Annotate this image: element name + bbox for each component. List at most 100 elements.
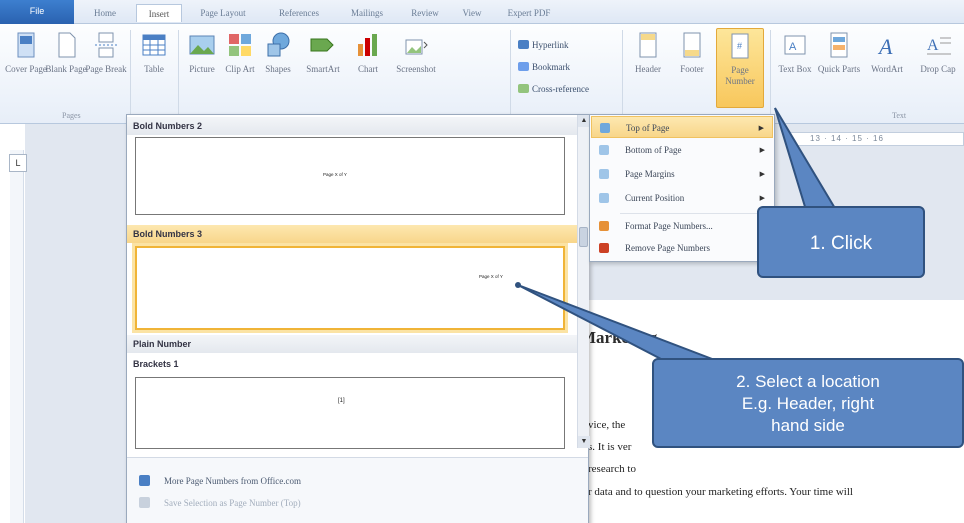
page-number-button[interactable]: # Page Number	[716, 28, 764, 108]
callout-step-1: 1. Click	[757, 206, 925, 278]
save-selection-item: Save Selection as Page Number (Top)	[139, 494, 301, 512]
gallery-scrollbar[interactable]: ▲ ▼	[577, 115, 590, 448]
tab-mailings[interactable]: Mailings	[340, 4, 394, 22]
menu-item-label: Format Page Numbers...	[625, 221, 713, 231]
drop-cap-icon: A	[927, 37, 951, 55]
gallery-section-header: Bold Numbers 3	[127, 225, 577, 243]
picture-button[interactable]: Picture	[182, 28, 222, 108]
smartart-label: SmartArt	[306, 64, 340, 74]
page-number-gallery: Bold Numbers 2 Page X of Y Bold Numbers …	[126, 114, 590, 523]
quick-parts-button[interactable]: Quick Parts	[816, 28, 862, 108]
tab-expert-pdf[interactable]: Expert PDF	[496, 4, 562, 22]
clip-art-label: Clip Art	[225, 64, 255, 74]
save-selection-label: Save Selection as Page Number (Top)	[164, 498, 301, 508]
menu-item-label: Top of Page	[626, 123, 670, 133]
remove-page-numbers-icon	[599, 243, 609, 253]
page-number-menu: Top of Page ▶ Bottom of Page ▶ Page Margin…	[589, 114, 775, 262]
more-page-numbers-link[interactable]: More Page Numbers from Office.com	[139, 472, 301, 490]
menu-item-page-margins[interactable]: Page Margins ▶	[591, 163, 773, 185]
menu-item-bottom-of-page[interactable]: Bottom of Page ▶	[591, 139, 773, 161]
gallery-item-bold-numbers-2[interactable]: Page X of Y	[135, 137, 565, 215]
text-group-label: Text	[892, 111, 907, 120]
page-margins-icon	[599, 169, 609, 179]
cover-page-button[interactable]: Cover Page	[4, 28, 48, 108]
table-button[interactable]: Table	[134, 28, 174, 108]
format-page-numbers-icon	[599, 221, 609, 231]
save-selection-icon	[139, 497, 150, 508]
chart-icon	[358, 34, 377, 56]
wordart-button[interactable]: A WordArt	[862, 28, 912, 108]
gallery-preview-text: [1]	[338, 398, 345, 404]
blank-page-button[interactable]: Blank Page	[44, 28, 88, 108]
picture-label: Picture	[189, 64, 215, 74]
page-number-icon: #	[731, 33, 749, 59]
cover-page-icon	[17, 32, 35, 58]
clip-art-button[interactable]: Clip Art	[222, 28, 258, 108]
menu-item-format-page-numbers[interactable]: Format Page Numbers...	[591, 215, 773, 237]
picture-icon	[189, 35, 215, 55]
tab-insert[interactable]: Insert	[136, 4, 182, 22]
horizontal-ruler: 13 · 14 · 15 · 16	[787, 132, 964, 146]
group-separator	[130, 30, 131, 118]
cross-reference-button[interactable]: Cross-reference	[518, 82, 589, 96]
submenu-arrow-icon: ▶	[759, 146, 765, 154]
gallery-section-header: Brackets 1	[127, 355, 577, 373]
clip-art-icon	[229, 34, 251, 56]
tab-selector[interactable]: L	[9, 154, 27, 172]
menu-item-label: Remove Page Numbers	[625, 243, 710, 253]
page-break-label: Page Break	[85, 64, 127, 74]
gallery-item-bold-numbers-3[interactable]: Page X of Y	[135, 246, 565, 330]
chart-label: Chart	[358, 64, 378, 74]
shapes-button[interactable]: Shapes	[258, 28, 298, 108]
callout-step-2-line: 2. Select a location	[736, 372, 880, 391]
gallery-footer: More Page Numbers from Office.com Save S…	[127, 457, 588, 523]
group-separator	[510, 30, 511, 118]
menu-item-remove-page-numbers[interactable]: Remove Page Numbers	[591, 237, 773, 259]
gallery-section-header: Bold Numbers 2	[127, 117, 577, 135]
screenshot-label: Screenshot	[396, 64, 436, 74]
footer-button[interactable]: Footer	[670, 28, 714, 108]
tab-home[interactable]: Home	[82, 4, 128, 22]
shapes-icon	[267, 32, 290, 57]
text-box-button[interactable]: A Text Box	[774, 28, 816, 108]
tab-view[interactable]: View	[454, 4, 490, 22]
wordart-label: WordArt	[871, 64, 903, 74]
document-text-line: research to	[588, 463, 636, 475]
current-position-icon	[599, 193, 609, 203]
group-separator	[178, 30, 179, 118]
svg-text:A: A	[877, 34, 893, 59]
cross-reference-icon	[518, 84, 529, 93]
menu-item-label: Page Margins	[625, 169, 675, 179]
pages-group-label: Pages	[62, 111, 81, 120]
screenshot-icon	[405, 39, 428, 55]
smartart-button[interactable]: SmartArt	[298, 28, 348, 108]
header-button[interactable]: Header	[626, 28, 670, 108]
ribbon: Cover Page Blank Page Page Break Pages T…	[0, 24, 964, 124]
scroll-down-arrow-icon[interactable]: ▼	[578, 436, 590, 448]
chart-button[interactable]: Chart	[348, 28, 388, 108]
menu-item-current-position[interactable]: Current Position ▶	[591, 187, 773, 209]
smartart-icon	[310, 38, 334, 52]
gallery-preview-text: Page X of Y	[479, 274, 503, 279]
drop-cap-button[interactable]: A Drop Cap	[912, 28, 964, 108]
tab-page-layout[interactable]: Page Layout	[190, 4, 256, 22]
tab-review[interactable]: Review	[402, 4, 448, 22]
hyperlink-button[interactable]: Hyperlink	[518, 38, 569, 52]
page-break-button[interactable]: Page Break	[84, 28, 128, 108]
document-text-line: vice, the	[588, 419, 626, 431]
page-number-label: Page Number	[725, 65, 755, 86]
scroll-thumb[interactable]	[579, 227, 588, 247]
tab-references[interactable]: References	[264, 4, 334, 22]
bookmark-button[interactable]: Bookmark	[518, 60, 570, 74]
quick-parts-label: Quick Parts	[817, 64, 861, 74]
footer-icon	[683, 32, 701, 58]
submenu-arrow-icon: ▶	[758, 124, 764, 132]
gallery-item-brackets-1[interactable]: [1]	[135, 377, 565, 449]
callout-step-2-line: hand side	[771, 416, 845, 435]
screenshot-button[interactable]: Screenshot	[388, 28, 444, 108]
bookmark-icon	[518, 62, 529, 71]
tab-file[interactable]: File	[0, 0, 74, 24]
document-text-line: r data and to question your marketing ef…	[588, 486, 853, 498]
text-box-icon: A	[784, 35, 806, 55]
menu-item-top-of-page[interactable]: Top of Page ▶	[591, 116, 773, 138]
